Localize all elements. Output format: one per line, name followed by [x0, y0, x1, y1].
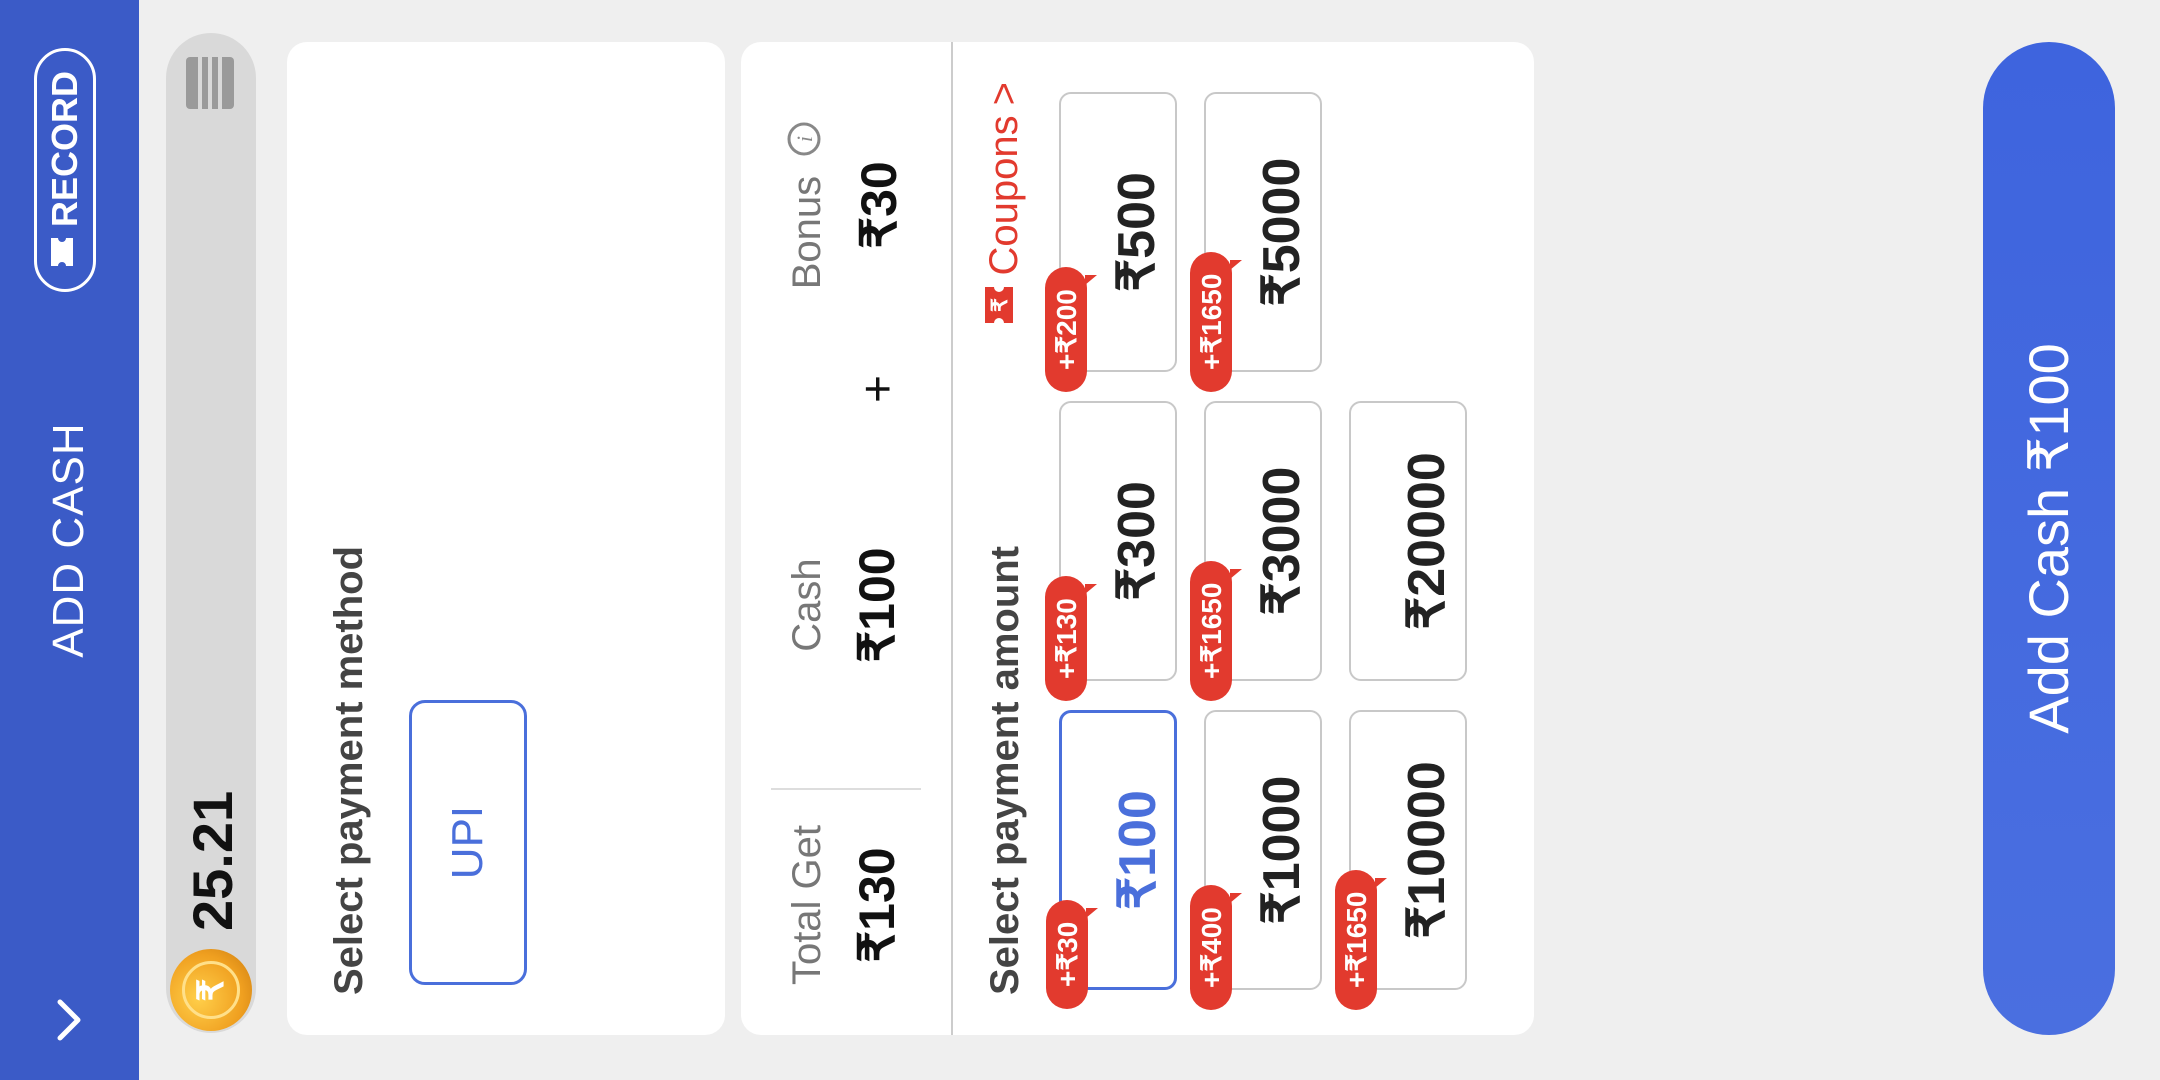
amount-tile-label: ₹5000	[1253, 157, 1311, 307]
amount-tile[interactable]: +₹1650 ₹10000	[1335, 710, 1467, 1010]
cash-value: ₹100	[849, 547, 905, 663]
total-get-value: ₹130	[849, 847, 905, 963]
coupons-label: Coupons	[981, 115, 1026, 276]
section-divider	[951, 42, 953, 1035]
svg-text:₹: ₹	[987, 298, 1012, 312]
bonus-column: Bonus i ₹30	[785, 105, 908, 305]
bonus-tag: +₹1650	[1190, 560, 1232, 701]
svg-text:i: i	[792, 136, 817, 142]
amount-tile[interactable]: +₹400 ₹1000	[1190, 710, 1322, 1010]
upi-option-button[interactable]: UPI	[409, 700, 527, 985]
add-cash-button[interactable]: Add Cash ₹100	[1983, 42, 2115, 1035]
bonus-tag: +₹1650	[1190, 251, 1232, 392]
payment-method-title: Select payment method	[327, 545, 371, 995]
balance-bar: ₹ 25.21	[166, 33, 256, 1033]
cash-column: Cash ₹100	[785, 525, 906, 685]
record-label: RECORD	[44, 71, 85, 228]
total-get-column: Total Get ₹130	[785, 815, 906, 995]
cash-label: Cash	[785, 558, 829, 652]
amount-tile-label: ₹10000	[1398, 761, 1456, 939]
bonus-tag: +₹200	[1045, 267, 1087, 392]
summary-panel: Total Get ₹130 Cash ₹100 + Bonus i ₹30	[741, 42, 953, 1035]
balance-value: 25.21	[181, 790, 244, 931]
amount-tile-label: ₹500	[1108, 172, 1166, 292]
amount-tile[interactable]: +₹130 ₹300	[1045, 401, 1177, 701]
summary-divider	[771, 788, 921, 790]
amount-tile-label: ₹20000	[1398, 452, 1456, 630]
amount-tile[interactable]: +₹1650 ₹5000	[1190, 92, 1322, 392]
amount-tile-label: ₹3000	[1253, 466, 1311, 616]
amount-tile-label: ₹1000	[1253, 775, 1311, 925]
header-bar: ADD CASH RECORD	[0, 0, 139, 1080]
coin-symbol: ₹	[182, 961, 240, 1019]
record-button[interactable]: RECORD	[34, 48, 96, 293]
payment-amount-card: Total Get ₹130 Cash ₹100 + Bonus i ₹30 S…	[741, 42, 1534, 1035]
bonus-tag: +₹30	[1046, 899, 1088, 1009]
amount-tile[interactable]: ₹20000	[1349, 401, 1467, 681]
coupon-icon: ₹	[979, 285, 1029, 325]
list-icon[interactable]	[180, 53, 245, 113]
plus-sign: +	[852, 374, 905, 403]
payment-amount-title: Select payment amount	[983, 545, 1027, 995]
amount-tile-label: ₹100	[1109, 790, 1167, 910]
amount-tile-label: ₹300	[1108, 481, 1166, 601]
total-get-label: Total Get	[785, 824, 829, 986]
bonus-value: ₹30	[851, 161, 908, 249]
bonus-label: Bonus	[785, 175, 829, 290]
amount-tile[interactable]: +₹200 ₹500	[1045, 92, 1177, 392]
amount-tile[interactable]: +₹1650 ₹3000	[1190, 401, 1322, 701]
coin-icon: ₹	[170, 949, 252, 1031]
ticket-icon	[44, 235, 86, 269]
chevron-right-icon: >	[981, 82, 1026, 106]
payment-method-card: Select payment method UPI	[287, 42, 725, 1035]
info-icon[interactable]: i	[786, 121, 832, 157]
bonus-tag: +₹130	[1045, 576, 1087, 701]
amount-tile[interactable]: +₹30 ₹100	[1046, 710, 1177, 1009]
coupons-link[interactable]: ₹ Coupons >	[979, 82, 1029, 325]
bonus-tag: +₹1650	[1335, 869, 1377, 1010]
bonus-tag: +₹400	[1190, 885, 1232, 1010]
